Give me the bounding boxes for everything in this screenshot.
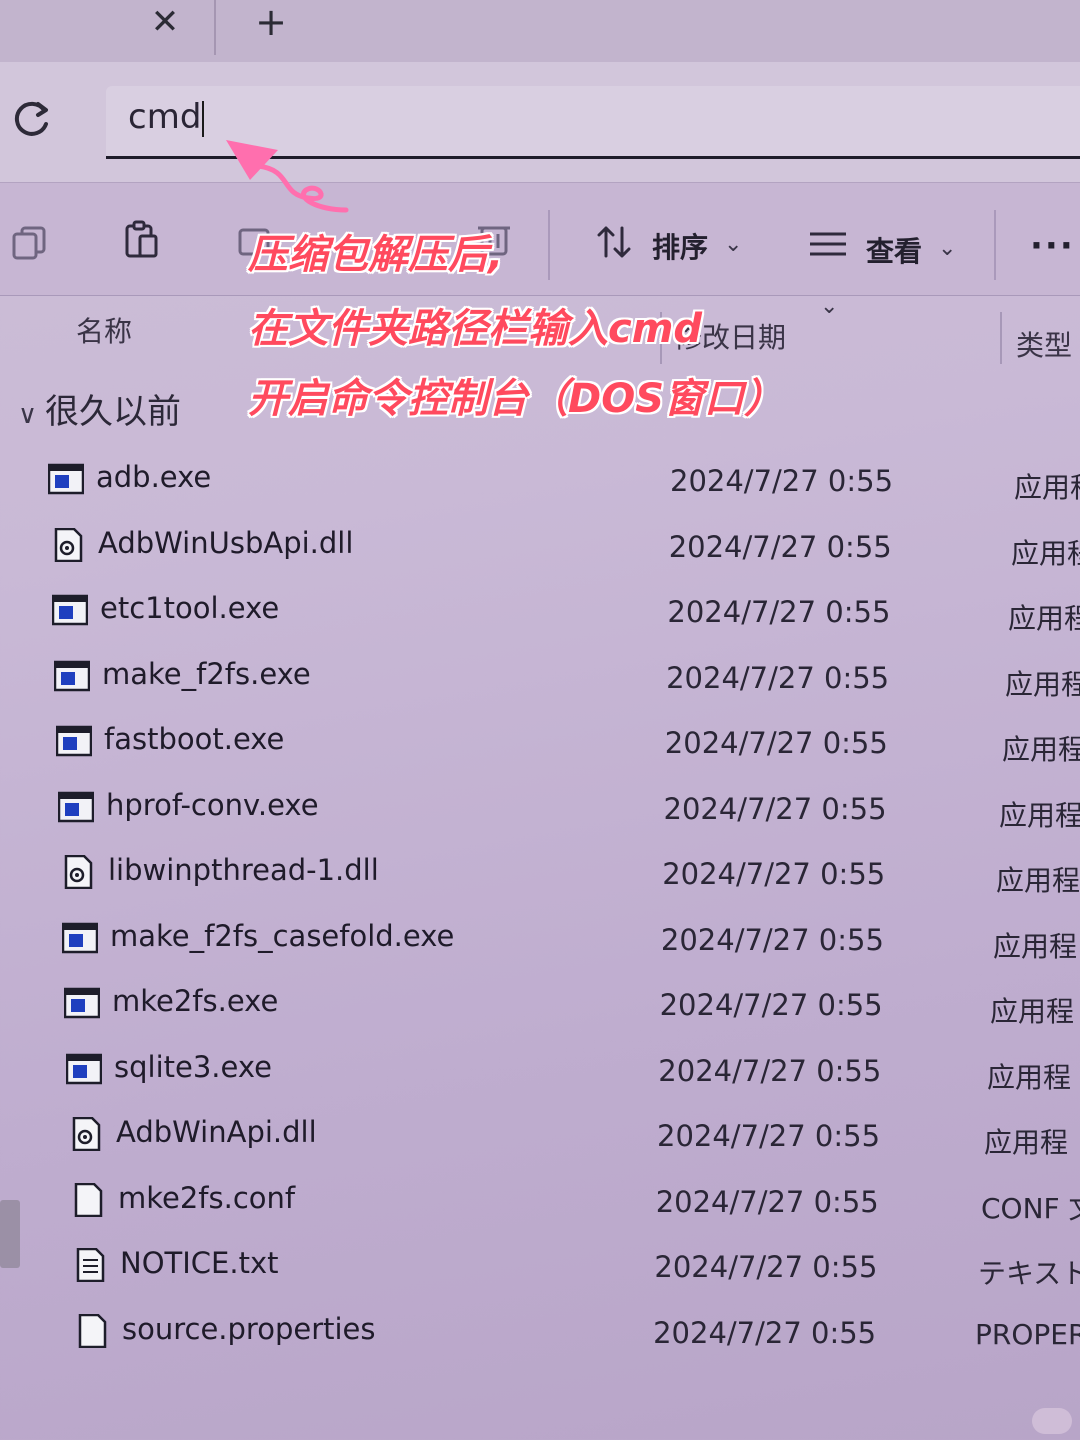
- file-row[interactable]: etc1tool.exe: [51, 587, 612, 637]
- file-type: CONF 文: [981, 1191, 1080, 1225]
- file-modified-date: 2024/7/27 0:55: [668, 529, 892, 564]
- annotation-line-1: 压缩包解压后,: [248, 232, 504, 278]
- file-name[interactable]: mke2fs.exe: [112, 984, 278, 1018]
- file-modified-date: 2024/7/27 0:55: [664, 726, 888, 760]
- file-type: 应用程: [1011, 536, 1080, 570]
- toolbar-separator: [548, 210, 550, 280]
- exe-icon: [53, 659, 91, 693]
- file-type: 应用程: [1002, 733, 1080, 766]
- sort-icon[interactable]: [594, 222, 634, 262]
- file-name[interactable]: source.properties: [122, 1312, 376, 1346]
- file-icon: [70, 1182, 106, 1217]
- column-header-type[interactable]: 类型: [1016, 324, 1072, 364]
- text-file-icon: [72, 1247, 108, 1283]
- refresh-icon[interactable]: [8, 96, 54, 142]
- file-modified-date: 2024/7/27 0:55: [659, 988, 883, 1022]
- file-type: 应用程: [999, 798, 1080, 832]
- file-name[interactable]: hprof-conv.exe: [106, 788, 319, 822]
- sort-indicator-icon: ⌄: [820, 294, 839, 319]
- file-type: 应用程: [987, 1060, 1072, 1094]
- file-type: 应用程: [993, 929, 1078, 963]
- file-row[interactable]: sqlite3.exe: [65, 1046, 626, 1096]
- dll-icon: [68, 1116, 104, 1152]
- tab-divider: [214, 0, 216, 55]
- file-row[interactable]: fastboot.exe: [55, 718, 616, 768]
- collapse-chevron-icon[interactable]: ∨: [18, 400, 37, 430]
- file-modified-date: 2024/7/27 0:55: [654, 1250, 878, 1284]
- file-type: 应用程: [1014, 471, 1080, 504]
- dll-icon: [60, 854, 96, 890]
- paste-icon[interactable]: [122, 220, 162, 260]
- file-row[interactable]: make_f2fs.exe: [53, 653, 614, 703]
- view-icon[interactable]: [808, 226, 848, 266]
- file-type: 应用程: [1005, 667, 1080, 701]
- file-type: テキスト: [978, 1257, 1080, 1290]
- file-modified-date: 2024/7/27 0:55: [670, 464, 894, 498]
- dll-icon: [50, 527, 86, 562]
- file-name[interactable]: sqlite3.exe: [114, 1050, 272, 1084]
- exe-icon: [61, 921, 99, 955]
- file-type: 应用程: [990, 995, 1075, 1028]
- file-name[interactable]: NOTICE.txt: [120, 1246, 278, 1280]
- exe-icon: [51, 593, 89, 627]
- file-modified-date: 2024/7/27 0:55: [658, 1053, 882, 1088]
- toolbar-separator: [994, 210, 996, 280]
- close-tab-icon[interactable]: ✕: [140, 2, 190, 42]
- column-header-name[interactable]: 名称: [76, 310, 132, 350]
- file-icon: [74, 1313, 110, 1348]
- file-type: 应用程: [984, 1126, 1069, 1159]
- exe-icon: [57, 790, 95, 824]
- copy-icon[interactable]: [10, 222, 50, 262]
- annotation-arrow-icon: [226, 140, 349, 213]
- file-name[interactable]: adb.exe: [96, 460, 211, 494]
- file-modified-date: 2024/7/27 0:55: [667, 595, 891, 629]
- sort-chevron-icon[interactable]: ⌄: [724, 232, 742, 257]
- file-type: 应用程: [996, 864, 1080, 897]
- file-row[interactable]: adb.exe: [47, 456, 608, 506]
- file-name[interactable]: fastboot.exe: [104, 722, 284, 756]
- file-row[interactable]: hprof-conv.exe: [57, 784, 618, 834]
- view-button[interactable]: 查看: [866, 230, 922, 270]
- text-caret: [202, 100, 205, 137]
- annotation-line-3: 开启命令控制台（DOS窗口）: [248, 376, 785, 422]
- scrollbar[interactable]: [0, 1200, 20, 1268]
- exe-icon: [63, 986, 101, 1020]
- file-modified-date: 2024/7/27 0:55: [663, 791, 887, 826]
- file-row[interactable]: source.properties: [74, 1308, 634, 1358]
- file-modified-date: 2024/7/27 0:55: [655, 1184, 879, 1219]
- file-modified-date: 2024/7/27 0:55: [653, 1315, 877, 1350]
- file-modified-date: 2024/7/27 0:55: [657, 1119, 881, 1153]
- file-row[interactable]: mke2fs.conf: [70, 1177, 630, 1227]
- exe-icon: [65, 1052, 103, 1086]
- exe-icon: [47, 462, 85, 496]
- file-name[interactable]: make_f2fs.exe: [102, 657, 311, 691]
- exe-icon: [55, 724, 93, 758]
- file-row[interactable]: make_f2fs_casefold.exe: [61, 915, 622, 965]
- file-modified-date: 2024/7/27 0:55: [662, 857, 886, 891]
- annotation-line-2: 在文件夹路径栏输入cmd: [248, 306, 703, 352]
- view-chevron-icon[interactable]: ⌄: [938, 236, 956, 261]
- file-type: PROPER: [975, 1317, 1080, 1351]
- file-name[interactable]: libwinpthread-1.dll: [108, 853, 379, 887]
- watermark-logo: [1032, 1408, 1072, 1434]
- file-row[interactable]: libwinpthread-1.dll: [60, 849, 620, 899]
- file-row[interactable]: AdbWinUsbApi.dll: [50, 522, 610, 572]
- address-input-value[interactable]: cmd: [128, 97, 205, 137]
- file-row[interactable]: NOTICE.txt: [72, 1242, 632, 1292]
- file-name[interactable]: AdbWinUsbApi.dll: [98, 526, 353, 560]
- new-tab-icon[interactable]: +: [246, 2, 296, 42]
- file-name[interactable]: AdbWinApi.dll: [116, 1115, 317, 1149]
- file-row[interactable]: AdbWinApi.dll: [68, 1111, 628, 1161]
- file-modified-date: 2024/7/27 0:55: [666, 660, 890, 695]
- sort-button[interactable]: 排序: [652, 226, 708, 266]
- file-name[interactable]: etc1tool.exe: [100, 591, 279, 625]
- group-header[interactable]: ∨ 很久以前: [18, 384, 181, 433]
- file-type: 应用程: [1008, 602, 1080, 635]
- file-modified-date: 2024/7/27 0:55: [660, 922, 884, 957]
- more-options-button[interactable]: ···: [1030, 226, 1075, 266]
- file-name[interactable]: make_f2fs_casefold.exe: [110, 919, 454, 953]
- file-name[interactable]: mke2fs.conf: [118, 1181, 295, 1215]
- column-divider[interactable]: [1000, 312, 1002, 364]
- file-row[interactable]: mke2fs.exe: [63, 980, 624, 1030]
